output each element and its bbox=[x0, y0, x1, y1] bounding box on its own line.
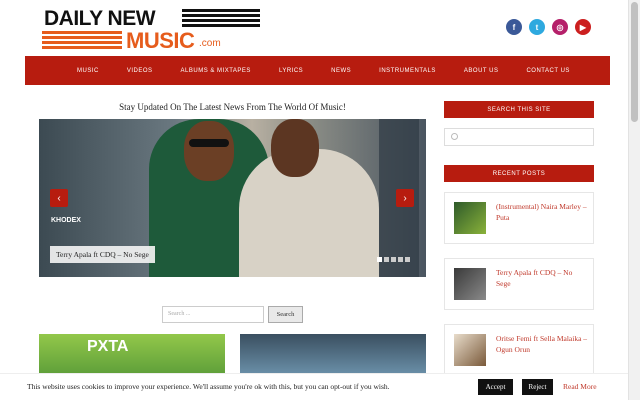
recent-post[interactable]: (Instrumental) Naira Marley – Puta bbox=[444, 192, 594, 244]
cookie-bar: This website uses cookies to improve you… bbox=[0, 373, 628, 400]
page-scrollbar[interactable] bbox=[628, 0, 640, 400]
youtube-icon[interactable]: ▶ bbox=[575, 19, 591, 35]
sidebar-search-input[interactable] bbox=[444, 128, 594, 146]
nav-lyrics[interactable]: LYRICS bbox=[279, 68, 303, 74]
sidebar-search-title: SEARCH THIS SITE bbox=[444, 101, 594, 118]
slider-dot[interactable] bbox=[377, 257, 382, 262]
nav-albums-mixtapes[interactable]: ALBUMS & MIXTAPES bbox=[181, 68, 251, 74]
slide-brand-text: KHODEX bbox=[51, 217, 81, 224]
slider-dots bbox=[377, 257, 410, 262]
cookie-accept-button[interactable]: Accept bbox=[478, 379, 513, 395]
post-thumbnail[interactable] bbox=[454, 334, 486, 366]
slider-dot[interactable] bbox=[384, 257, 389, 262]
featured-slider[interactable]: ‹ › KHODEX Terry Apala ft CDQ – No Sege bbox=[39, 119, 426, 277]
slider-dot[interactable] bbox=[391, 257, 396, 262]
slider-dot[interactable] bbox=[405, 257, 410, 262]
slide-artist-2-head bbox=[271, 119, 319, 177]
search-button[interactable]: Search bbox=[268, 306, 303, 323]
cookie-reject-button[interactable]: Reject bbox=[522, 379, 553, 395]
post-thumbnail[interactable]: PXTA bbox=[39, 334, 225, 374]
cookie-read-more-link[interactable]: Read More bbox=[563, 382, 597, 391]
recent-post-title[interactable]: Oritse Femi ft Sella Malaika – Ogun Orun bbox=[496, 333, 588, 355]
post-thumbnail[interactable] bbox=[454, 268, 486, 300]
logo-line2: MUSIC bbox=[126, 28, 195, 53]
recent-post[interactable]: Terry Apala ft CDQ – No Sege bbox=[444, 258, 594, 310]
instagram-icon[interactable]: ◎ bbox=[552, 19, 568, 35]
site-tagline: Stay Updated On The Latest News From The… bbox=[119, 102, 346, 112]
slider-dot[interactable] bbox=[398, 257, 403, 262]
cookie-message: This website uses cookies to improve you… bbox=[27, 382, 390, 391]
post-thumbnail[interactable] bbox=[240, 334, 426, 374]
nav-news[interactable]: NEWS bbox=[331, 68, 351, 74]
facebook-icon[interactable]: f bbox=[506, 19, 522, 35]
search-input[interactable]: Search ... bbox=[162, 306, 264, 323]
recent-post[interactable]: Oritse Femi ft Sella Malaika – Ogun Orun bbox=[444, 324, 594, 376]
site-logo[interactable]: DAILY NEW MUSIC .com bbox=[42, 5, 260, 53]
slider-prev-button[interactable]: ‹ bbox=[50, 189, 68, 207]
nav-instrumentals[interactable]: INSTRUMENTALS bbox=[379, 68, 436, 74]
recent-post-title[interactable]: (Instrumental) Naira Marley – Puta bbox=[496, 201, 588, 223]
post-thumbnail[interactable] bbox=[454, 202, 486, 234]
nav-about-us[interactable]: ABOUT US bbox=[464, 68, 499, 74]
sidebar-recent-title: RECENT POSTS bbox=[444, 165, 594, 182]
scrollbar-thumb[interactable] bbox=[631, 2, 638, 122]
main-nav: MUSIC VIDEOS ALBUMS & MIXTAPES LYRICS NE… bbox=[25, 56, 610, 85]
logo-stripes-orange bbox=[42, 31, 122, 53]
slide-artist-1-head bbox=[184, 121, 234, 181]
main-search: Search ... Search bbox=[162, 306, 303, 323]
twitter-icon[interactable]: t bbox=[529, 19, 545, 35]
nav-contact-us[interactable]: CONTACT US bbox=[526, 68, 569, 74]
social-links: f t ◎ ▶ bbox=[506, 19, 591, 35]
thumbnail-text: PXTA bbox=[87, 338, 129, 355]
slide-artist-1-glasses bbox=[189, 139, 229, 147]
nav-music[interactable]: MUSIC bbox=[77, 68, 99, 74]
recent-post-title[interactable]: Terry Apala ft CDQ – No Sege bbox=[496, 267, 588, 289]
site-header: DAILY NEW MUSIC .com f t ◎ ▶ bbox=[0, 0, 628, 56]
logo-suffix: .com bbox=[199, 38, 221, 49]
slider-next-button[interactable]: › bbox=[396, 189, 414, 207]
search-icon bbox=[451, 133, 458, 140]
slide-caption[interactable]: Terry Apala ft CDQ – No Sege bbox=[50, 246, 155, 263]
nav-videos[interactable]: VIDEOS bbox=[127, 68, 153, 74]
logo-stripes bbox=[182, 9, 260, 29]
